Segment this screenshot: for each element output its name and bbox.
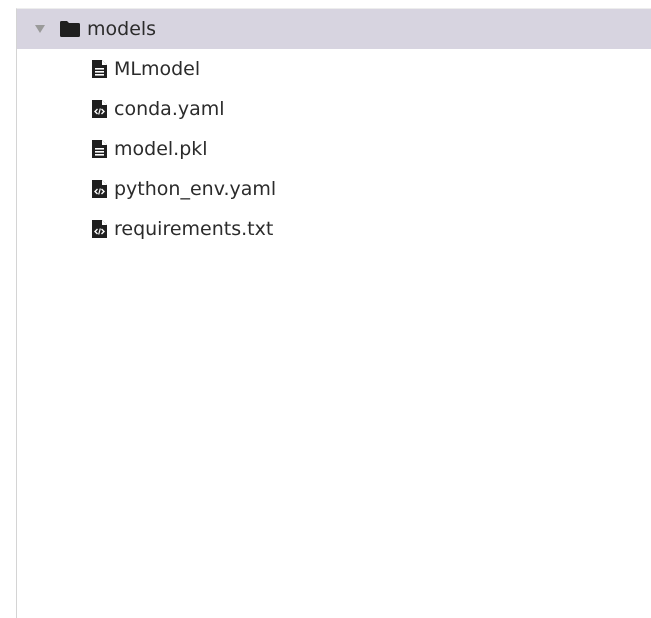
document-icon [91,60,107,78]
tree-file-python-env-yaml[interactable]: python_env.yaml [17,169,651,209]
file-tree-panel: models MLmodel conda.yaml model.pkl pyth… [16,8,651,618]
document-icon [91,140,107,158]
tree-file-model-pkl[interactable]: model.pkl [17,129,651,169]
code-file-icon [91,220,107,238]
code-file-icon [91,100,107,118]
tree-file-mlmodel[interactable]: MLmodel [17,49,651,89]
tree-folder-label: models [87,17,157,40]
code-file-icon [91,180,107,198]
tree-file-label: requirements.txt [114,217,274,240]
caret-down-icon[interactable] [33,22,47,36]
tree-file-label: model.pkl [114,137,208,160]
tree-file-conda-yaml[interactable]: conda.yaml [17,89,651,129]
tree-folder-models[interactable]: models [17,9,651,49]
tree-file-requirements-txt[interactable]: requirements.txt [17,209,651,249]
tree-file-label: conda.yaml [114,97,225,120]
tree-file-label: MLmodel [114,57,201,80]
folder-icon [60,21,80,37]
tree-file-label: python_env.yaml [114,177,277,200]
